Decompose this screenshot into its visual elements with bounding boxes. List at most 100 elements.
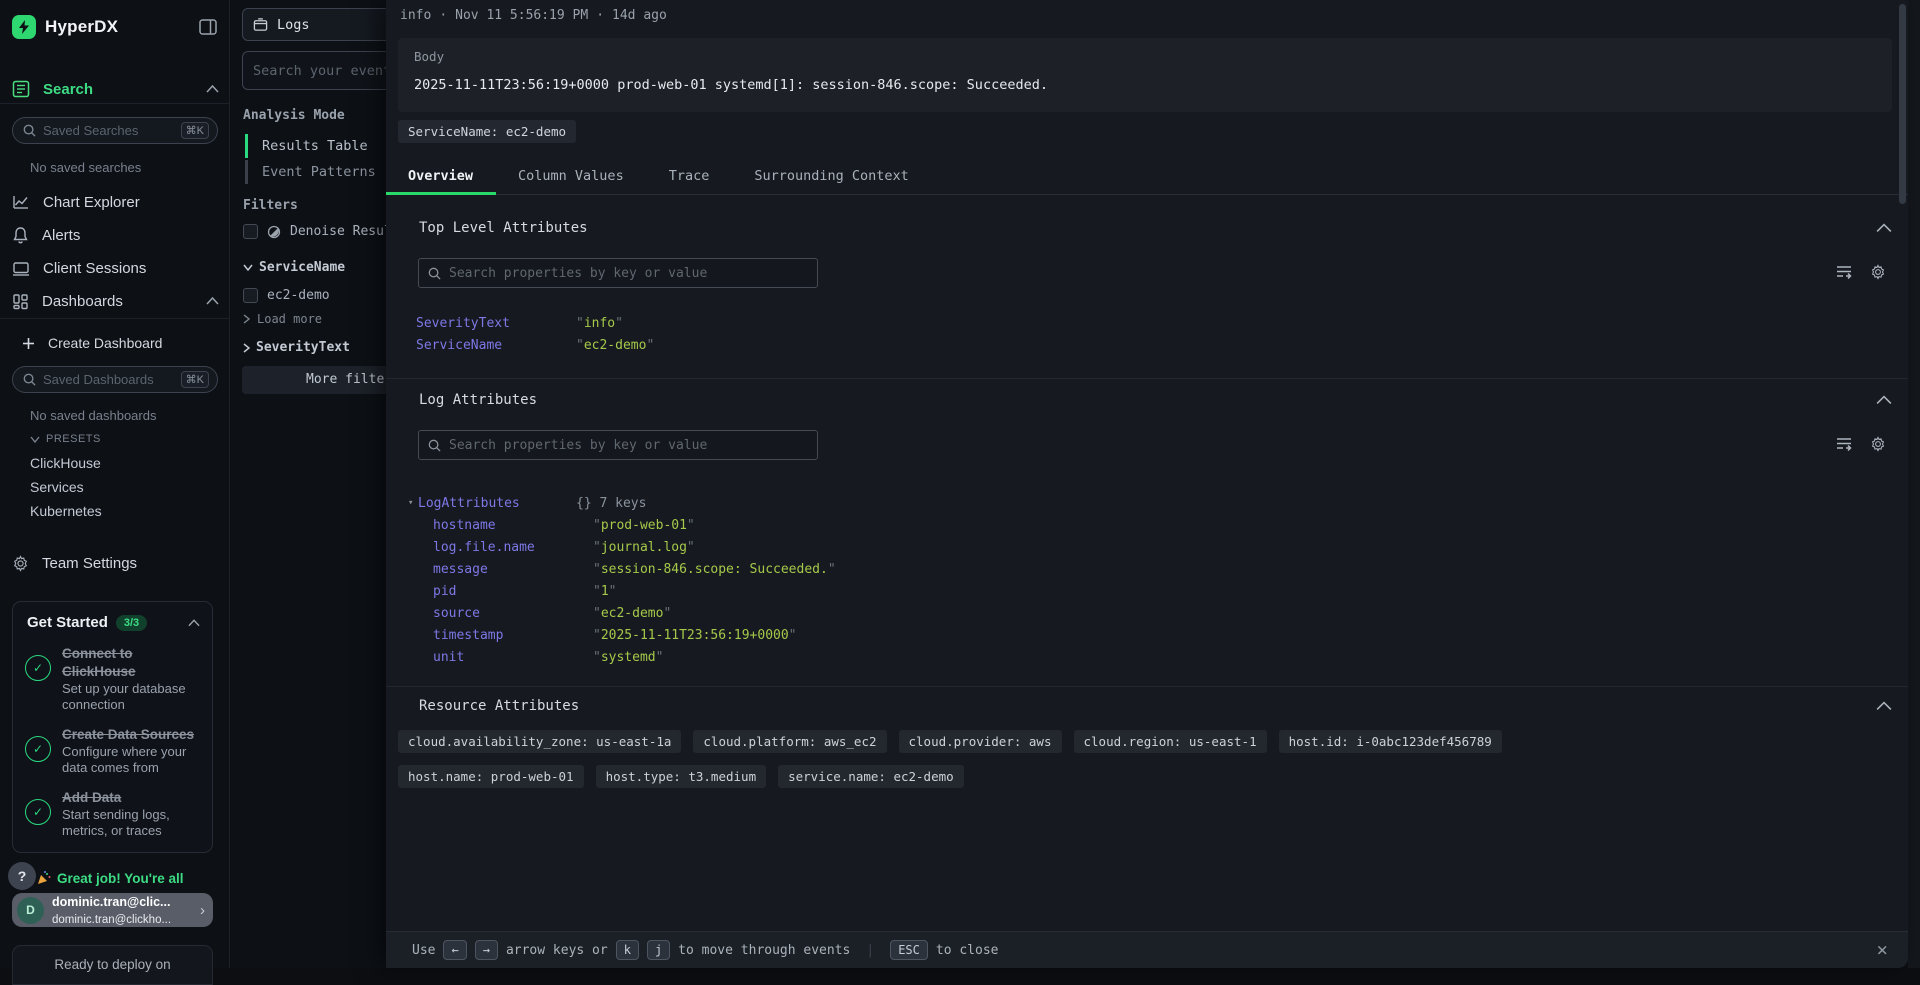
log-attributes-search-input[interactable] [449,438,808,453]
sidebar-item-client-sessions[interactable]: Client Sessions [12,255,219,281]
resource-attribute-badge[interactable]: cloud.availability_zone: us-east-1a [398,730,681,753]
wrap-lines-icon[interactable] [1836,265,1853,279]
mode-results-table[interactable]: Results Table [245,134,368,158]
chart-explorer-label: Chart Explorer [43,194,219,211]
service-name-badge[interactable]: ServiceName: ec2-demo [398,120,576,143]
bell-icon [12,226,29,244]
collapse-section-icon[interactable] [1876,700,1892,712]
gear-icon[interactable] [1870,264,1886,280]
attribute-key[interactable]: unit [433,650,593,665]
resource-attribute-badge[interactable]: host.id: i-0abc123def456789 [1279,730,1502,753]
log-attributes-search-box[interactable] [418,430,818,460]
tree-caret-icon[interactable]: ▾ [408,498,418,508]
attribute-key[interactable]: log.file.name [433,540,593,555]
attribute-key[interactable]: timestamp [433,628,593,643]
attribute-key[interactable]: source [433,606,593,621]
service-name-group[interactable]: ServiceName [243,260,345,275]
sidebar-item-chart-explorer[interactable]: Chart Explorer [12,189,219,215]
get-started-item[interactable]: ✓ Add Data Start sending logs, metrics, … [13,781,212,844]
attribute-row: timestamp 2025-11-11T23:56:19+0000 [433,624,836,646]
event-detail-drawer: info · Nov 11 5:56:19 PM · 14d ago Body … [386,0,1908,968]
attribute-value[interactable]: 2025-11-11T23:56:19+0000 [593,628,797,643]
resource-attribute-badge[interactable]: cloud.provider: aws [899,730,1062,753]
source-selector-label: Logs [277,17,310,33]
search-icon [23,373,36,386]
get-started-progress-badge: 3/3 [116,615,147,631]
attribute-value[interactable]: ec2-demo [576,338,654,353]
ec2-demo-checkbox[interactable] [243,288,258,303]
preset-link[interactable]: ClickHouse [30,455,101,471]
attribute-key[interactable]: pid [433,584,593,599]
chevron-up-icon [206,85,219,93]
preset-link[interactable]: Services [30,479,84,495]
sidebar-item-team-settings[interactable]: Team Settings [12,550,219,576]
help-button[interactable]: ? [8,862,36,890]
tab-surrounding-context[interactable]: Surrounding Context [732,158,931,195]
denoise-checkbox[interactable] [243,224,258,239]
attribute-value[interactable]: 1 [593,584,616,599]
attribute-value[interactable]: prod-web-01 [593,518,695,533]
service-name-group-label: ServiceName [259,260,345,275]
mode-event-patterns[interactable]: Event Patterns [245,160,376,184]
load-more-row[interactable]: Load more [243,312,322,326]
avatar: D [17,897,44,924]
attribute-row: SeverityText info [416,312,654,334]
search-section-icon [12,80,30,98]
resource-attribute-badge[interactable]: cloud.platform: aws_ec2 [693,730,886,753]
user-email: dominic.tran@clickho... [52,914,171,926]
sidebar-item-search[interactable]: Search [12,76,219,102]
saved-searches-input[interactable] [43,123,174,138]
wrap-lines-icon[interactable] [1836,437,1853,451]
resource-attribute-badge[interactable]: host.type: t3.medium [596,765,767,788]
attribute-value[interactable]: systemd [593,650,663,665]
attribute-value[interactable]: journal.log [593,540,695,555]
saved-dashboards-search[interactable]: ⌘K [12,366,218,393]
get-started-item[interactable]: ✓ Create Data Sources Configure where yo… [13,718,212,781]
chevron-down-icon [30,436,40,443]
top-level-search-box[interactable] [418,258,818,288]
log-attribute-rows: hostname prod-web-01 log.file.name journ… [433,514,836,668]
attribute-row: ServiceName ec2-demo [416,334,654,356]
top-level-search-input[interactable] [449,266,808,281]
saved-dashboards-input[interactable] [43,372,174,387]
close-icon[interactable]: × [1877,939,1888,961]
sidebar-collapse-icon[interactable] [197,16,219,38]
resource-attribute-badge[interactable]: host.name: prod-web-01 [398,765,584,788]
filters-label: Filters [243,198,298,213]
scrollbar-thumb[interactable] [1899,4,1906,204]
attribute-value[interactable]: session-846.scope: Succeeded. [593,562,836,577]
no-saved-dashboards-note: No saved dashboards [30,408,156,423]
attribute-key[interactable]: hostname [433,518,593,533]
deploy-note-card[interactable]: Ready to deploy on [12,945,213,985]
get-started-item[interactable]: ✓ Connect to ClickHouse Set up your data… [13,637,212,718]
client-sessions-label: Client Sessions [43,260,219,277]
create-dashboard-button[interactable]: Create Dashboard [22,330,219,356]
resource-attribute-badge[interactable]: service.name: ec2-demo [778,765,964,788]
tab-trace[interactable]: Trace [647,158,733,195]
event-timestamp: Nov 11 5:56:19 PM [455,8,588,23]
presets-toggle[interactable]: PRESETS [30,433,101,445]
page-background-sliver [1908,0,1920,968]
sidebar-item-alerts[interactable]: Alerts [12,222,219,248]
attribute-value[interactable]: ec2-demo [593,606,671,621]
footer-use-text: Use [412,943,435,958]
sidebar-item-dashboards[interactable]: Dashboards [12,288,219,314]
attribute-key[interactable]: ServiceName [416,338,576,353]
collapse-section-icon[interactable] [1876,394,1892,406]
user-account-chip[interactable]: D dominic.tran@clic... dominic.tran@clic… [12,893,213,927]
collapse-section-icon[interactable] [1876,222,1892,234]
log-attributes-root-key[interactable]: LogAttributes [418,496,576,511]
tab-overview[interactable]: Overview [386,158,496,195]
attribute-value[interactable]: info [576,316,623,331]
preset-link[interactable]: Kubernetes [30,503,102,519]
attribute-row: message session-846.scope: Succeeded. [433,558,836,580]
tab-column-values[interactable]: Column Values [496,158,647,195]
gear-icon[interactable] [1870,436,1886,452]
denoise-icon [267,225,281,239]
attribute-key[interactable]: SeverityText [416,316,576,331]
resource-attribute-badge[interactable]: cloud.region: us-east-1 [1074,730,1267,753]
severity-text-group[interactable]: SeverityText [243,340,350,355]
attribute-key[interactable]: message [433,562,593,577]
severity-level: info [400,8,431,23]
saved-searches-search[interactable]: ⌘K [12,117,218,144]
